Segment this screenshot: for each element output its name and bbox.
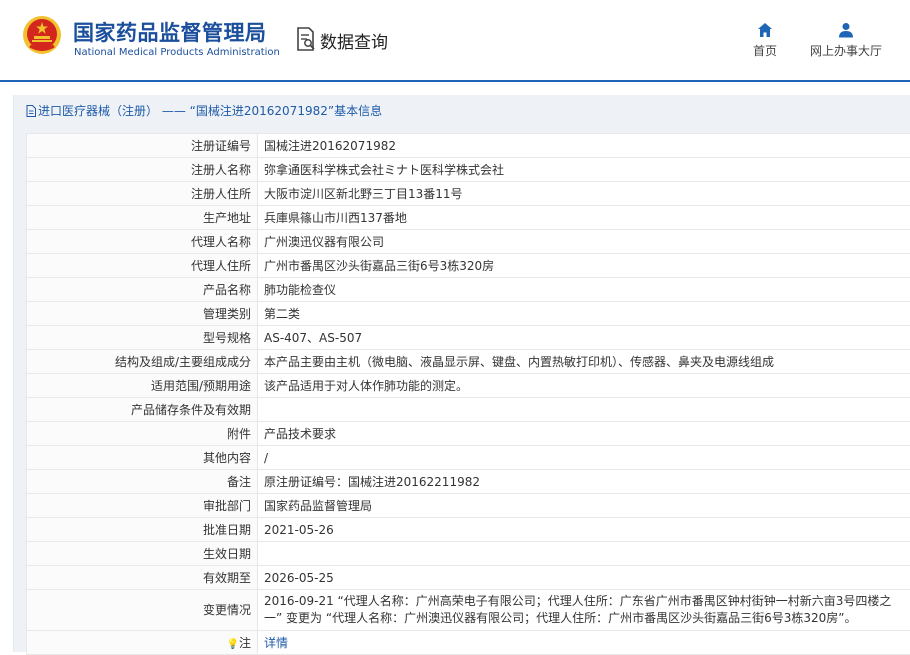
field-value: 国械注进20162071982 — [258, 134, 910, 158]
field-value: / — [258, 446, 910, 470]
field-label: 代理人名称 — [27, 230, 258, 254]
field-value: 弥拿通医科学株式会社ミナト医科学株式会社 — [258, 158, 910, 182]
table-row: 注册证编号国械注进20162071982 — [27, 134, 910, 158]
field-label: 批准日期 — [27, 518, 258, 542]
field-value: 该产品适用于对人体作肺功能的测定。 — [258, 374, 910, 398]
table-row: 结构及组成/主要组成成分本产品主要由主机（微电脑、液晶显示屏、键盘、内置热敏打印… — [27, 350, 910, 374]
field-value: 大阪市淀川区新北野三丁目13番11号 — [258, 182, 910, 206]
field-label: 产品储存条件及有效期 — [27, 398, 258, 422]
field-label: 备注 — [27, 470, 258, 494]
data-query-icon — [296, 27, 316, 51]
table-row: 其他内容/ — [27, 446, 910, 470]
field-label: 变更情况 — [27, 590, 258, 631]
field-label: 管理类别 — [27, 302, 258, 326]
table-row: 批准日期2021-05-26 — [27, 518, 910, 542]
nav-online-service-link[interactable]: 网上办事大厅 — [806, 22, 886, 59]
field-label: 附件 — [27, 422, 258, 446]
field-value: 2016-09-21 “代理人名称：广州高荣电子有限公司；代理人住所：广东省广州… — [258, 590, 910, 631]
field-label: 审批部门 — [27, 494, 258, 518]
data-query-title: 数据查询 — [320, 28, 388, 53]
field-label: 其他内容 — [27, 446, 258, 470]
field-value: 兵庫県篠山市川西137番地 — [258, 206, 910, 230]
table-row: 代理人名称广州澳迅仪器有限公司 — [27, 230, 910, 254]
note-label: 注 — [239, 636, 251, 650]
registration-info-table: 注册证编号国械注进20162071982注册人名称弥拿通医科学株式会社ミナト医科… — [26, 133, 910, 655]
home-icon — [757, 22, 773, 38]
breadcrumb-separator: —— — [158, 104, 190, 118]
breadcrumb-current: “国械注进20162071982”基本信息 — [190, 104, 382, 118]
table-row: 注册人名称弥拿通医科学株式会社ミナト医科学株式会社 — [27, 158, 910, 182]
note-label-cell: 💡注 — [27, 631, 258, 655]
note-value-cell: 详情 — [258, 631, 910, 655]
table-row: 备注原注册证编号：国械注进20162211982 — [27, 470, 910, 494]
field-label: 代理人住所 — [27, 254, 258, 278]
table-row: 型号规格AS-407、AS-507 — [27, 326, 910, 350]
field-label: 注册证编号 — [27, 134, 258, 158]
table-row: 注册人住所大阪市淀川区新北野三丁目13番11号 — [27, 182, 910, 206]
field-value — [258, 542, 910, 566]
table-row: 有效期至2026-05-25 — [27, 566, 910, 590]
field-label: 结构及组成/主要组成成分 — [27, 350, 258, 374]
lightbulb-icon: 💡 — [227, 639, 239, 650]
user-icon — [838, 22, 854, 38]
field-value: 广州市番禺区沙头街嘉品三街6号3栋320房 — [258, 254, 910, 278]
field-value: 本产品主要由主机（微电脑、液晶显示屏、键盘、内置热敏打印机）、传感器、鼻夹及电源… — [258, 350, 910, 374]
table-row: 审批部门国家药品监督管理局 — [27, 494, 910, 518]
nav-home-link[interactable]: 首页 — [725, 22, 805, 59]
field-label: 注册人名称 — [27, 158, 258, 182]
nav-online-service-label: 网上办事大厅 — [810, 44, 882, 58]
table-row: 产品储存条件及有效期 — [27, 398, 910, 422]
field-value — [258, 398, 910, 422]
table-row: 适用范围/预期用途该产品适用于对人体作肺功能的测定。 — [27, 374, 910, 398]
breadcrumb: 进口医疗器械（注册） —— “国械注进20162071982”基本信息 — [14, 95, 910, 127]
field-label: 有效期至 — [27, 566, 258, 590]
table-row: 生产地址兵庫県篠山市川西137番地 — [27, 206, 910, 230]
field-value: 2021-05-26 — [258, 518, 910, 542]
table-row: 变更情况2016-09-21 “代理人名称：广州高荣电子有限公司；代理人住所：广… — [27, 590, 910, 631]
field-value: 国家药品监督管理局 — [258, 494, 910, 518]
field-label: 型号规格 — [27, 326, 258, 350]
document-icon — [26, 105, 36, 117]
note-row: 💡注详情 — [27, 631, 910, 655]
national-emblem-icon — [22, 15, 62, 55]
table-row: 代理人住所广州市番禺区沙头街嘉品三街6号3栋320房 — [27, 254, 910, 278]
table-row: 附件产品技术要求 — [27, 422, 910, 446]
field-value: 产品技术要求 — [258, 422, 910, 446]
field-value: AS-407、AS-507 — [258, 326, 910, 350]
nav-home-label: 首页 — [753, 44, 777, 58]
field-value: 2026-05-25 — [258, 566, 910, 590]
field-label: 产品名称 — [27, 278, 258, 302]
table-row: 产品名称肺功能检查仪 — [27, 278, 910, 302]
field-label: 生效日期 — [27, 542, 258, 566]
field-value: 第二类 — [258, 302, 910, 326]
detail-panel: 进口医疗器械（注册） —— “国械注进20162071982”基本信息 注册证编… — [13, 95, 910, 652]
field-value: 原注册证编号：国械注进20162211982 — [258, 470, 910, 494]
site-logo-subtitle: National Medical Products Administration — [74, 47, 280, 58]
site-header: 国家药品监督管理局 National Medical Products Admi… — [0, 0, 910, 82]
field-label: 生产地址 — [27, 206, 258, 230]
table-row: 管理类别第二类 — [27, 302, 910, 326]
field-label: 适用范围/预期用途 — [27, 374, 258, 398]
table-row: 生效日期 — [27, 542, 910, 566]
field-value: 广州澳迅仪器有限公司 — [258, 230, 910, 254]
site-logo-title: 国家药品监督管理局 — [73, 17, 267, 47]
field-label: 注册人住所 — [27, 182, 258, 206]
field-value: 肺功能检查仪 — [258, 278, 910, 302]
details-link[interactable]: 详情 — [264, 636, 288, 650]
breadcrumb-category-link[interactable]: 进口医疗器械（注册） — [38, 104, 158, 118]
